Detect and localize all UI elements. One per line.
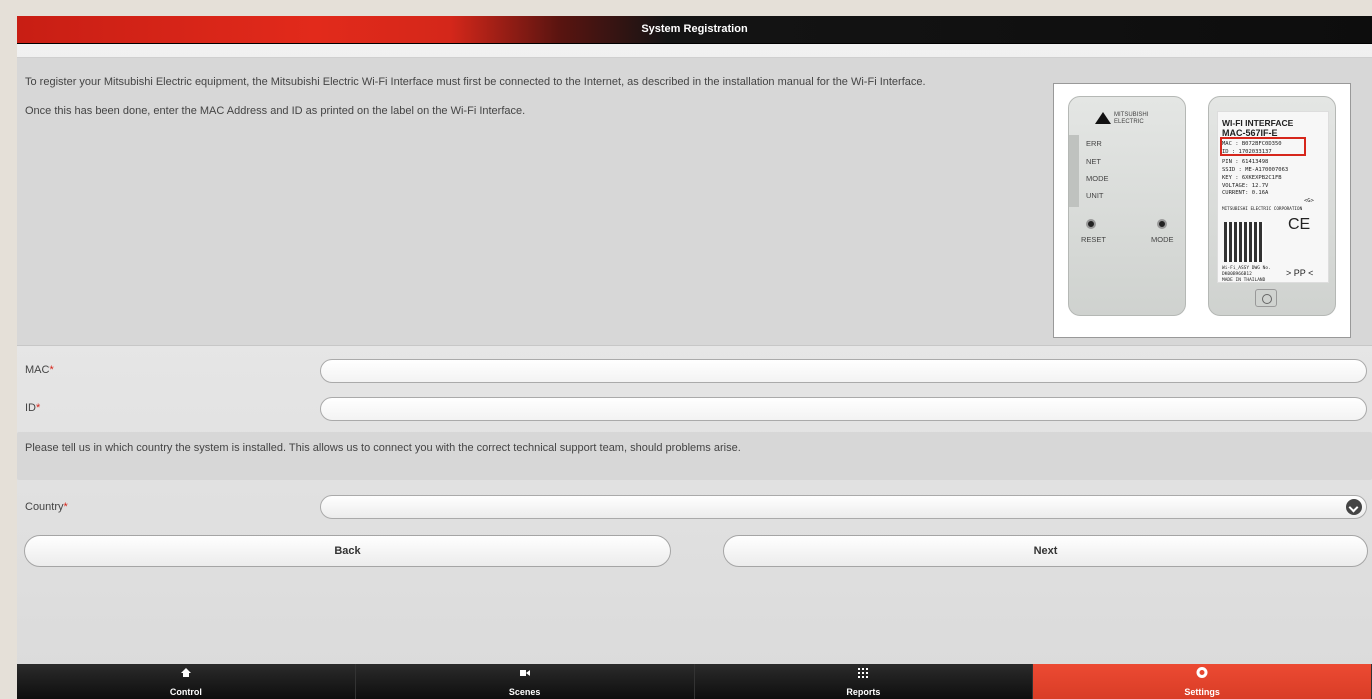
required-marker: *	[63, 501, 68, 513]
label-current: CURRENT: 0.16A	[1222, 190, 1269, 196]
connector-icon	[1255, 289, 1277, 307]
label-key: KEY : 6XKEXPB2C1FB	[1222, 175, 1282, 181]
reset-label: RESET	[1081, 235, 1107, 244]
mitsubishi-logo-icon	[1095, 112, 1111, 124]
label-mac: MAC : B072BFC0D350	[1222, 141, 1282, 147]
tab-reports-label: Reports	[846, 687, 881, 697]
tab-settings[interactable]: Settings	[1033, 664, 1372, 699]
led-label-err: ERR	[1086, 139, 1102, 148]
camera-icon	[519, 668, 530, 678]
device-front-panel: MITSUBISHI ELECTRIC ERR NET MODE UNIT RE…	[1068, 96, 1186, 316]
gear-icon	[1196, 667, 1208, 678]
led-label-net: NET	[1086, 157, 1101, 166]
tab-control-label: Control	[169, 687, 202, 697]
led-label-mode: MODE	[1086, 174, 1109, 183]
back-button[interactable]: Back	[24, 535, 671, 567]
registration-info-panel: To register your Mitsubishi Electric equ…	[17, 57, 1372, 346]
chevron-down-icon[interactable]	[1346, 499, 1362, 515]
grid-icon	[858, 668, 869, 678]
required-marker: *	[36, 402, 41, 414]
country-select[interactable]	[320, 495, 1367, 519]
title-bar: System Registration	[17, 16, 1372, 44]
qr-code-icon	[1224, 222, 1264, 262]
page-title: System Registration	[641, 23, 748, 35]
device-label-panel: WI-FI INTERFACE MAC-567IF-E MAC : B072BF…	[1208, 96, 1336, 316]
label-made: MADE IN THAILAND	[1222, 278, 1266, 283]
next-button[interactable]: Next	[723, 535, 1368, 567]
label-corp: MITSUBISHI ELECTRIC CORPORATION	[1222, 207, 1303, 212]
app-window: System Registration To register your Mit…	[17, 16, 1372, 699]
led-strip	[1069, 135, 1079, 207]
label-voltage: VOLTAGE: 12.7V	[1222, 183, 1269, 189]
reset-button-icon	[1086, 219, 1096, 229]
required-marker: *	[49, 364, 54, 376]
country-info-panel: Please tell us in which country the syst…	[17, 432, 1372, 480]
tab-settings-label: Settings	[1184, 687, 1220, 697]
tab-scenes-label: Scenes	[508, 687, 541, 697]
device-rating-label: WI-FI INTERFACE MAC-567IF-E MAC : B072BF…	[1217, 111, 1329, 283]
label-ssid: SSID : ME-A170007063	[1222, 167, 1289, 173]
tab-reports[interactable]: Reports	[694, 664, 1034, 699]
label-assy: Wi-Fi_ASSY DWG No.	[1222, 266, 1271, 271]
bottom-tab-bar: Control Scenes Reports Settings	[17, 664, 1372, 699]
led-label-unit: UNIT	[1086, 191, 1104, 200]
label-title: WI-FI INTERFACE	[1222, 118, 1294, 128]
mode-label: MODE	[1151, 235, 1174, 244]
mac-label: MAC*	[25, 364, 54, 376]
label-pin: PIN : 61413498	[1222, 159, 1269, 165]
info-paragraph-connect: To register your Mitsubishi Electric equ…	[25, 76, 926, 88]
brand-logo-text: MITSUBISHI ELECTRIC	[1114, 112, 1149, 125]
country-label: Country*	[25, 501, 68, 513]
id-label: ID*	[25, 402, 41, 414]
label-id: ID : 1702033137	[1222, 149, 1272, 155]
label-dwg: DK00B966B12	[1222, 272, 1252, 277]
mac-input[interactable]	[320, 359, 1367, 383]
tab-scenes[interactable]: Scenes	[355, 664, 695, 699]
mode-button-icon	[1157, 219, 1167, 229]
wifi-interface-image: MITSUBISHI ELECTRIC ERR NET MODE UNIT RE…	[1053, 83, 1351, 338]
info-paragraph-enter-mac: Once this has been done, enter the MAC A…	[25, 105, 526, 117]
ce-mark: CE	[1288, 216, 1311, 233]
country-info-text: Please tell us in which country the syst…	[25, 442, 741, 454]
id-input[interactable]	[320, 397, 1367, 421]
label-g-mark: <G>	[1304, 198, 1314, 204]
tab-control[interactable]: Control	[17, 664, 356, 699]
pp-mark: > PP <	[1286, 268, 1314, 278]
home-icon	[180, 668, 191, 678]
